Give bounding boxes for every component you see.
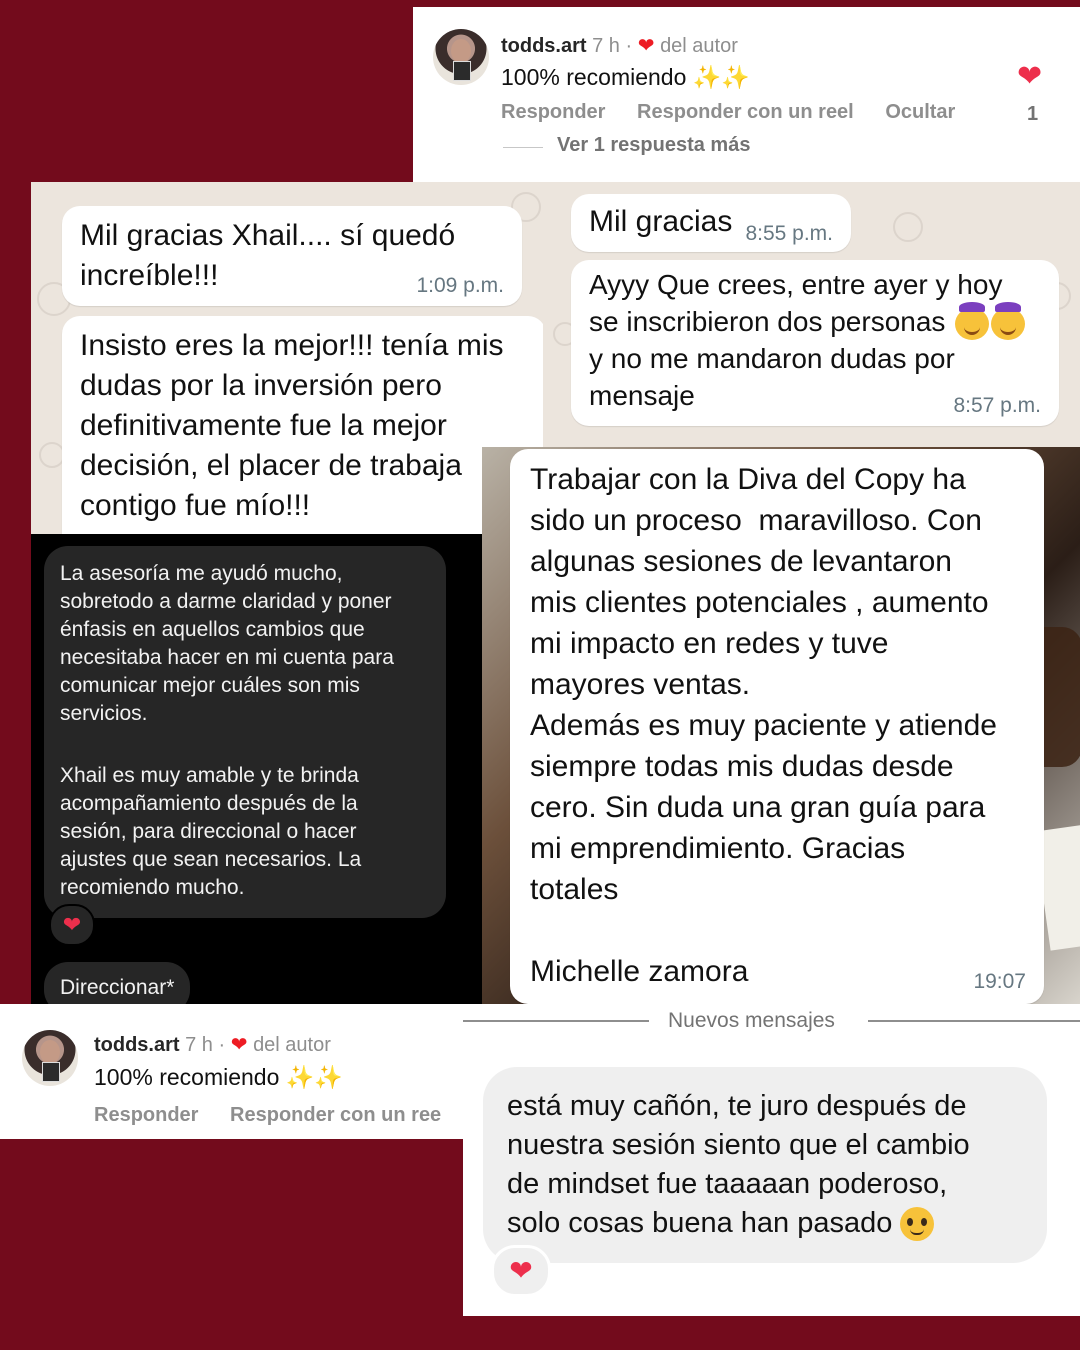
comment-actions: Responder Responder con un reel Ocultar: [501, 101, 981, 124]
message-line: recomiendo mucho.: [60, 876, 245, 899]
sparkles-icon: ✨✨: [692, 64, 751, 90]
message-line: énfasis en aquellos cambios que: [60, 618, 365, 641]
comment-text: 100% recomiendo ✨✨: [501, 64, 750, 91]
message-time: 8:57 p.m.: [953, 394, 1041, 417]
heart-icon: ❤: [230, 1034, 248, 1056]
pleading-face-icon: [900, 1207, 935, 1242]
message-time: 8:55 p.m.: [745, 222, 833, 245]
message-line: sesión, para direccional o hacer: [60, 820, 357, 843]
message-bubble[interactable]: Mil gracias 8:55 p.m.: [571, 194, 851, 252]
divider-line: [868, 1020, 1080, 1022]
message-line: siempre todas mis dudas desde: [530, 750, 954, 783]
message-bubble[interactable]: Insisto eres la mejor!!! tenía mis dudas…: [62, 316, 546, 534]
message-line: Insisto eres la mejor!!! tenía mis: [80, 329, 504, 362]
meta-separator: ·: [625, 35, 633, 57]
message-line-text: se inscribieron dos personas: [589, 306, 946, 337]
message-line: acompañamiento después de la: [60, 792, 358, 815]
avatar[interactable]: [22, 1030, 78, 1086]
divider-line: [463, 1020, 649, 1022]
top-comment-card: todds.art 7 h · ❤ del autor 100% recomie…: [413, 7, 1080, 184]
message-line: mayores ventas.: [530, 668, 751, 701]
comment-time: 7 h: [592, 35, 620, 57]
comment-meta: todds.art 7 h · ❤ del autor: [501, 33, 738, 58]
message-bubble[interactable]: La asesoría me ayudó mucho, sobretodo a …: [44, 546, 446, 918]
comment-time: 7 h: [185, 1034, 213, 1056]
message-line: comunicar mejor cuáles son mis: [60, 674, 360, 697]
message-line: cero. Sin duda una gran guía para: [530, 791, 986, 824]
message-line-text: solo cosas buena han pasado: [507, 1207, 893, 1239]
message-line: Trabajar con la Diva del Copy ha: [530, 463, 966, 496]
whatsapp-chat-left: Mil gracias Xhail.... sí quedó increíble…: [31, 182, 546, 534]
message-line: está muy cañón, te juro después de: [507, 1090, 967, 1122]
like-count: 1: [1027, 103, 1039, 125]
message-line: servicios.: [60, 702, 148, 725]
whatsapp-chat-right: Mil gracias 8:55 p.m. Ayyy Que crees, en…: [543, 182, 1080, 447]
message-bubble[interactable]: Direccionar*: [44, 962, 191, 1004]
reply-button[interactable]: Responder: [94, 1104, 198, 1126]
like-heart-icon[interactable]: ❤: [1017, 59, 1042, 94]
message-text: Mil gracias: [589, 205, 733, 238]
heart-reaction[interactable]: ❤: [491, 1245, 551, 1297]
reply-with-reel-button[interactable]: Responder con un ree: [230, 1104, 441, 1126]
message-line: sobretodo a darme claridad y poner: [60, 590, 392, 613]
author-badge: del autor: [253, 1034, 331, 1056]
comment-actions: Responder Responder con un ree: [94, 1104, 463, 1127]
message-line: mi emprendimiento. Gracias: [530, 832, 906, 865]
username[interactable]: todds.art: [94, 1034, 180, 1056]
message-line: de mindset fue taaaaan poderoso,: [507, 1168, 948, 1200]
comment-body: 100% recomiendo: [94, 1064, 280, 1090]
message-line: Mil gracias Xhail.... sí quedó: [80, 219, 456, 252]
comment-meta: todds.art 7 h · ❤ del autor: [94, 1032, 331, 1057]
replies-divider: [503, 147, 543, 148]
avatar[interactable]: [433, 29, 489, 85]
message-time: 19:07: [973, 970, 1026, 993]
message-line: decisión, el placer de trabaja: [80, 449, 462, 482]
message-line: Xhail es muy amable y te brinda: [60, 764, 359, 787]
message-line: Además es muy paciente y atiende: [530, 709, 997, 742]
message-line: mi impacto en redes y tuve: [530, 627, 889, 660]
message-line: La asesoría me ayudó mucho,: [60, 562, 343, 585]
signature: Michelle zamora: [530, 955, 749, 988]
reply-with-reel-button[interactable]: Responder con un reel: [637, 101, 854, 123]
message-line: y no me mandaron dudas por: [589, 343, 955, 374]
heart-icon: ❤: [637, 35, 655, 57]
dark-chat-panel: La asesoría me ayudó mucho, sobretodo a …: [31, 534, 513, 1004]
testimonial-photo-background: Trabajar con la Diva del Copy ha sido un…: [482, 447, 1080, 1004]
sparkles-icon: ✨✨: [285, 1064, 344, 1090]
message-line: definitivamente fue la mejor: [80, 409, 447, 442]
new-messages-panel: Nuevos mensajes está muy cañón, te juro …: [463, 1004, 1080, 1316]
message-bubble[interactable]: Ayyy Que crees, entre ayer y hoy se insc…: [571, 260, 1059, 426]
message-line: contigo fue mío!!!: [80, 489, 311, 522]
message-line: dudas por la inversión pero: [80, 369, 442, 402]
message-line: nuestra sesión siento que el cambio: [507, 1129, 970, 1161]
username[interactable]: todds.art: [501, 35, 587, 57]
message-line: solo cosas buena han pasado: [507, 1204, 1023, 1243]
testimonial-bubble[interactable]: Trabajar con la Diva del Copy ha sido un…: [510, 449, 1044, 1004]
message-line: necesitaba hacer en mi cuenta para: [60, 646, 394, 669]
comment-body: 100% recomiendo: [501, 64, 687, 90]
author-badge: del autor: [660, 35, 738, 57]
hide-button[interactable]: Ocultar: [885, 101, 955, 123]
message-time: 1:09 p.m.: [416, 274, 504, 297]
view-more-replies-link[interactable]: Ver 1 respuesta más: [557, 134, 750, 157]
partying-face-icon: [991, 301, 1026, 340]
message-line: se inscribieron dos personas: [589, 301, 1041, 340]
meta-separator: ·: [218, 1034, 226, 1056]
new-messages-divider: Nuevos mensajes: [668, 1009, 835, 1032]
message-bubble[interactable]: Mil gracias Xhail.... sí quedó increíble…: [62, 206, 522, 306]
message-line: sido un proceso maravilloso. Con: [530, 504, 982, 537]
message-line: Ayyy Que crees, entre ayer y hoy: [589, 269, 1003, 300]
message-line: ajustes que sean necesarios. La: [60, 848, 362, 871]
message-line: totales: [530, 873, 619, 906]
message-line: mis clientes potenciales , aumento: [530, 586, 989, 619]
comment-text: 100% recomiendo ✨✨: [94, 1064, 343, 1091]
bottom-comment-card: todds.art 7 h · ❤ del autor 100% recomie…: [0, 1004, 463, 1139]
message-bubble[interactable]: está muy cañón, te juro después de nuest…: [483, 1067, 1047, 1263]
heart-reaction[interactable]: ❤: [49, 904, 95, 946]
reply-button[interactable]: Responder: [501, 101, 605, 123]
message-line: algunas sesiones de levantaron: [530, 545, 952, 578]
partying-face-icon: [955, 301, 990, 340]
